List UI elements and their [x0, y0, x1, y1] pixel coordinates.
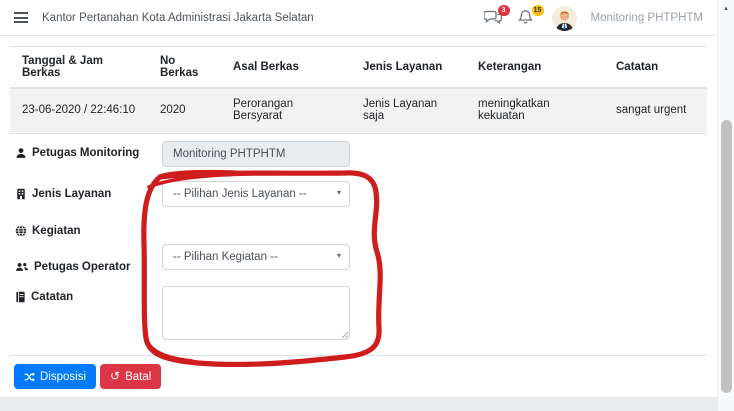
undo-icon: ↺: [110, 370, 120, 382]
kegiatan-select[interactable]: -- Pilihan Kegiatan -- ▾: [162, 244, 350, 270]
notebook-icon: [15, 291, 26, 303]
menu-icon[interactable]: [14, 10, 30, 26]
user-name-label[interactable]: Monitoring PHTPHTM: [591, 12, 703, 24]
catatan-label: Catatan: [15, 291, 73, 303]
top-navbar: Kantor Pertanahan Kota Administrasi Jaka…: [0, 0, 717, 36]
cell-no-berkas: 2020: [148, 88, 221, 132]
table-header-row: Tanggal & Jam Berkas No Berkas Asal Berk…: [10, 47, 707, 89]
kegiatan-label: Kegiatan: [15, 225, 81, 237]
chevron-down-icon: ▾: [337, 181, 341, 205]
col-header-keterangan: Keterangan: [466, 47, 604, 89]
cell-catatan: sangat urgent: [604, 88, 707, 132]
cell-tanggal: 23-06-2020 / 22:46:10: [10, 88, 148, 132]
app-page: Kantor Pertanahan Kota Administrasi Jaka…: [0, 0, 734, 411]
col-header-catatan: Catatan: [604, 47, 707, 89]
disposisi-button[interactable]: Disposisi: [14, 364, 96, 389]
navbar-right: 3 15 Monitoring PHTPHTM: [484, 0, 703, 36]
users-icon: [15, 261, 29, 273]
globe-icon: [15, 225, 27, 237]
divider-top: [10, 133, 707, 134]
messages-icon[interactable]: 3: [484, 9, 504, 27]
col-header-tanggal: Tanggal & Jam Berkas: [10, 47, 148, 89]
cell-jenis-layanan: Jenis Layanan saja: [351, 88, 466, 132]
jenis-layanan-label: Jenis Layanan: [15, 188, 111, 200]
scroll-up-arrow-icon[interactable]: ▲: [718, 6, 734, 12]
catatan-textarea[interactable]: [162, 286, 350, 340]
cell-keterangan: meningkatkan kekuatan: [466, 88, 604, 132]
page-background-strip: [0, 397, 717, 411]
petugas-monitoring-label: Petugas Monitoring: [15, 147, 139, 159]
shuffle-icon: [24, 372, 35, 382]
messages-badge: 3: [498, 5, 510, 16]
batal-button[interactable]: ↺ Batal: [100, 364, 161, 389]
scrollbar-thumb[interactable]: [721, 120, 732, 393]
col-header-asal-berkas: Asal Berkas: [221, 47, 351, 89]
petugas-operator-label: Petugas Operator: [15, 261, 131, 273]
notifications-bell-icon[interactable]: 15: [518, 9, 538, 27]
app-title: Kantor Pertanahan Kota Administrasi Jaka…: [42, 12, 314, 24]
cell-asal-berkas: Perorangan Bersyarat: [221, 88, 351, 132]
table-row: 23-06-2020 / 22:46:10 2020 Perorangan Be…: [10, 88, 707, 132]
col-header-no-berkas: No Berkas: [148, 47, 221, 89]
user-icon: [15, 147, 27, 159]
notifications-badge: 15: [532, 5, 544, 16]
user-avatar[interactable]: [552, 6, 577, 31]
chevron-down-icon: ▾: [337, 244, 341, 268]
jenis-layanan-select[interactable]: -- Pilihan Jenis Layanan -- ▾: [162, 181, 350, 207]
berkas-table: Tanggal & Jam Berkas No Berkas Asal Berk…: [10, 46, 707, 132]
col-header-jenis-layanan: Jenis Layanan: [351, 47, 466, 89]
building-icon: [15, 188, 27, 200]
petugas-monitoring-input[interactable]: [162, 141, 350, 167]
divider-bottom: [10, 355, 707, 356]
vertical-scrollbar[interactable]: ▲: [717, 0, 734, 411]
